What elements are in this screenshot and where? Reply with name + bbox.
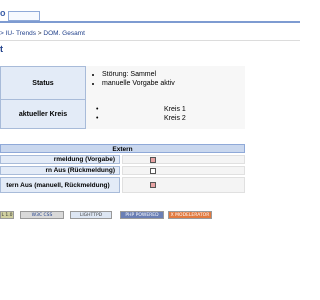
status-item-manuelle-vorgabe: manuelle Vorgabe aktiv bbox=[102, 79, 245, 88]
page-title: t bbox=[0, 44, 3, 54]
badge-lighttpd[interactable]: LIGHTTPD bbox=[70, 211, 112, 219]
status-item-stoerung: Störung: Sammel bbox=[102, 70, 245, 79]
status-indicator bbox=[150, 182, 156, 188]
extern-row-cell bbox=[122, 177, 245, 193]
extern-row: rn Aus (Rückmeldung) bbox=[0, 166, 245, 175]
badge-php-powered[interactable]: PHP POWERED bbox=[120, 211, 164, 219]
kreis-item: • Kreis 1 bbox=[86, 106, 245, 114]
breadcrumb-item-dom-gesamt[interactable]: DOM. Gesamt bbox=[43, 30, 85, 37]
status-indicator bbox=[150, 157, 156, 163]
kreis-label: aktueller Kreis bbox=[0, 99, 86, 129]
status-panel: Status Störung: Sammel manuelle Vorgabe … bbox=[0, 66, 245, 100]
breadcrumb-divider bbox=[0, 40, 300, 41]
breadcrumb-separator: > bbox=[37, 30, 42, 37]
status-indicator bbox=[150, 168, 156, 174]
header-input[interactable] bbox=[8, 11, 40, 21]
header-divider bbox=[0, 21, 300, 23]
extern-row: tern Aus (manuell, Rückmeldung) bbox=[0, 177, 245, 193]
status-list: Störung: Sammel manuelle Vorgabe aktiv bbox=[86, 70, 245, 88]
status-label: Status bbox=[0, 66, 86, 100]
extern-row-label: tern Aus (manuell, Rückmeldung) bbox=[0, 177, 120, 193]
extern-row-cell bbox=[122, 155, 245, 164]
extern-row-label: rmeldung (Vorgabe) bbox=[0, 155, 120, 164]
kreis-panel: aktueller Kreis • Kreis 1 • Kreis 2 bbox=[0, 99, 245, 129]
extern-row-label: rn Aus (Rückmeldung) bbox=[0, 166, 120, 175]
extern-row: rmeldung (Vorgabe) bbox=[0, 155, 245, 164]
badge-w3c-css[interactable]: W3C CSS bbox=[20, 211, 64, 219]
badge-html[interactable]: L 1.0 bbox=[0, 211, 14, 219]
kreis-item-2: Kreis 2 bbox=[164, 115, 186, 122]
status-values: Störung: Sammel manuelle Vorgabe aktiv bbox=[86, 66, 245, 100]
footer-badges: L 1.0 W3C CSS LIGHTTPD PHP POWERED X MOD… bbox=[0, 211, 300, 221]
bullet-icon: • bbox=[96, 106, 99, 113]
badge-modelerator[interactable]: X MODELERATOR bbox=[168, 211, 212, 219]
breadcrumb: > IU- Trends > DOM. Gesamt bbox=[0, 30, 85, 39]
kreis-item-1: Kreis 1 bbox=[164, 106, 186, 113]
kreis-item: • Kreis 2 bbox=[86, 115, 245, 123]
top-bar: o bbox=[0, 0, 300, 28]
extern-row-cell bbox=[122, 166, 245, 175]
kreis-values: • Kreis 1 • Kreis 2 bbox=[86, 99, 245, 129]
breadcrumb-item-iu-trends[interactable]: > IU- Trends bbox=[0, 30, 36, 37]
extern-header: Extern bbox=[0, 144, 245, 153]
bullet-icon: • bbox=[96, 115, 99, 122]
